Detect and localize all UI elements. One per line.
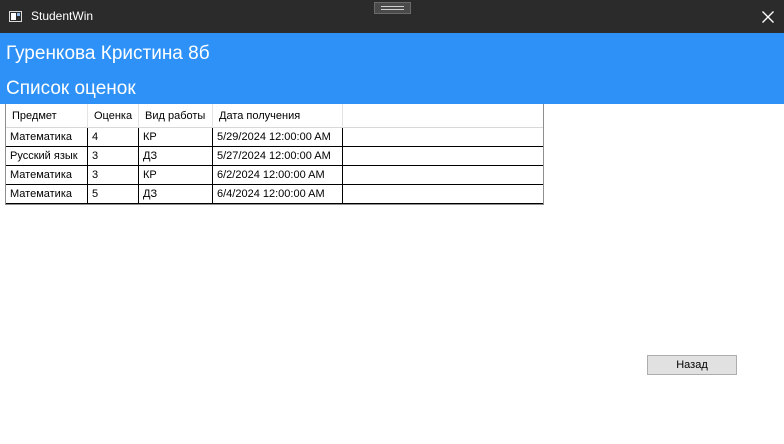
grid-header: Предмет Оценка Вид работы Дата получения [6,104,543,128]
back-button[interactable]: Назад [647,355,737,375]
cell-grade[interactable]: 4 [88,128,139,146]
cell-date[interactable]: 6/2/2024 12:00:00 AM [213,166,343,184]
cell-subject[interactable]: Математика [6,185,88,203]
header-panel: Гуренкова Кристина 8б Список оценок [0,33,784,104]
cell-date[interactable]: 6/4/2024 12:00:00 AM [213,185,343,203]
cell-grade[interactable]: 3 [88,147,139,165]
student-name: Гуренкова Кристина 8б [6,43,210,64]
cell-subject[interactable]: Русский язык [6,147,88,165]
close-button[interactable] [752,2,784,32]
cell-work-type[interactable]: КР [139,128,213,146]
cell-date[interactable]: 5/27/2024 12:00:00 AM [213,147,343,165]
column-header-grade[interactable]: Оценка [88,104,139,128]
table-row[interactable]: Русский язык 3 ДЗ 5/27/2024 12:00:00 AM [6,147,543,166]
window-title: StudentWin [31,9,94,23]
cell-date[interactable]: 5/29/2024 12:00:00 AM [213,128,343,146]
table-row[interactable]: Математика 5 ДЗ 6/4/2024 12:00:00 AM [6,185,543,204]
close-icon [762,11,774,23]
cell-work-type[interactable]: ДЗ [139,147,213,165]
cell-grade[interactable]: 5 [88,185,139,203]
app-window-icon [9,11,22,22]
cell-grade[interactable]: 3 [88,166,139,184]
cell-subject[interactable]: Математика [6,128,88,146]
grades-grid[interactable]: Предмет Оценка Вид работы Дата получения… [5,104,544,205]
drag-handle[interactable] [374,2,411,14]
column-header-subject[interactable]: Предмет [6,104,88,128]
table-row[interactable]: Математика 4 КР 5/29/2024 12:00:00 AM [6,128,543,147]
cell-subject[interactable]: Математика [6,166,88,184]
section-title: Список оценок [6,78,136,99]
title-bar[interactable]: StudentWin [0,0,784,33]
table-row[interactable]: Математика 3 КР 6/2/2024 12:00:00 AM [6,166,543,185]
cell-work-type[interactable]: ДЗ [139,185,213,203]
column-header-work-type[interactable]: Вид работы [139,104,213,128]
column-header-date[interactable]: Дата получения [213,104,343,128]
cell-work-type[interactable]: КР [139,166,213,184]
